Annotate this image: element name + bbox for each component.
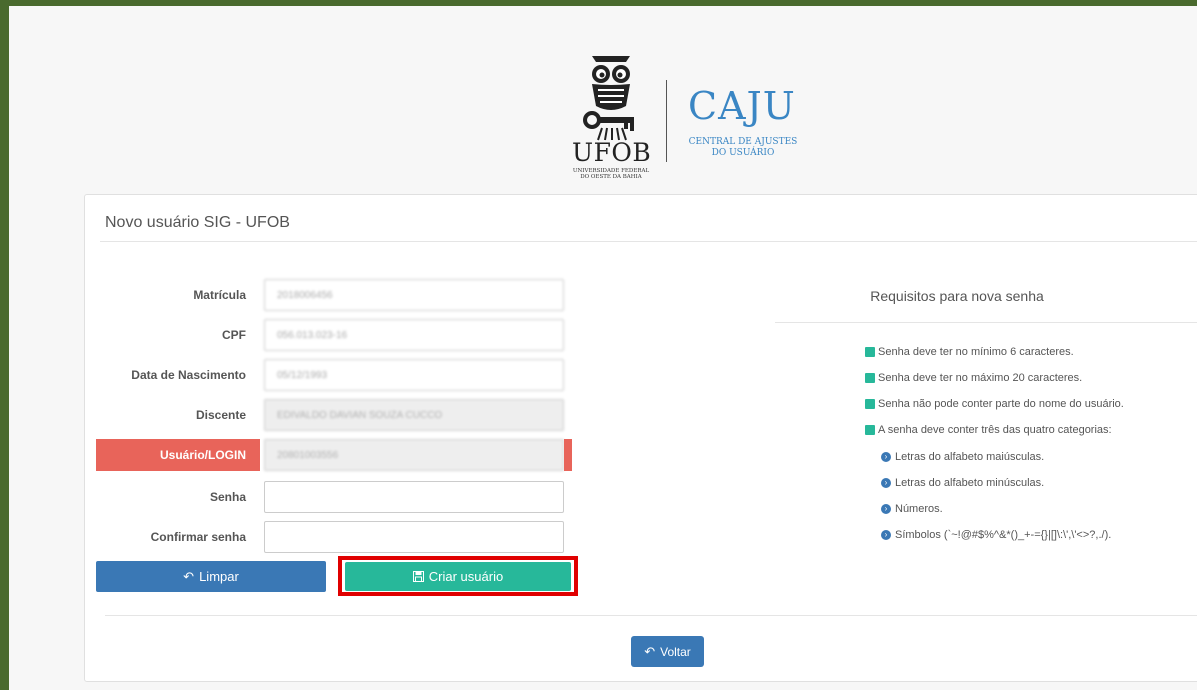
category-text: Símbolos (`~!@#$%^&*()_+-={}|[]\:\',\'<>… xyxy=(895,529,1112,541)
ufob-subtitle-line-2: DO OESTE DA BAHIA xyxy=(580,174,642,180)
login-label: Usuário/LOGIN xyxy=(96,439,260,471)
requirement-text: A senha deve conter três das quatro cate… xyxy=(878,424,1112,436)
requirements-title: Requisitos para nova senha xyxy=(870,288,1044,304)
category-item: › Símbolos (`~!@#$%^&*()_+-={}|[]\:\',\'… xyxy=(881,529,1111,541)
requirement-text: Senha deve ter no mínimo 6 caracteres. xyxy=(878,346,1074,358)
requirements-divider xyxy=(775,322,1197,323)
caju-subtitle-line-2: DO USUÁRIO xyxy=(711,148,775,158)
password-label: Senha xyxy=(209,490,246,504)
password-row: Senha xyxy=(96,481,586,513)
clear-button[interactable]: ↶ Limpar xyxy=(96,561,326,592)
requirement-item: Senha deve ter no mínimo 6 caracteres. xyxy=(865,346,1074,358)
cpf-input[interactable] xyxy=(264,319,564,351)
requirement-text: Senha não pode conter parte do nome do u… xyxy=(878,398,1124,410)
matricula-label: Matrícula xyxy=(193,288,246,302)
create-button-highlight: Criar usuário xyxy=(338,556,578,596)
create-user-button-label: Criar usuário xyxy=(428,569,504,584)
confirm-password-label: Confirmar senha xyxy=(150,530,246,544)
reply-arrow-icon: ↶ xyxy=(183,569,195,584)
category-item: › Letras do alfabeto minúsculas. xyxy=(881,477,1044,489)
clear-button-label: Limpar xyxy=(199,569,239,584)
square-bullet-icon xyxy=(865,399,875,409)
category-item: › Números. xyxy=(881,503,943,515)
square-bullet-icon xyxy=(865,425,875,435)
discente-label: Discente xyxy=(195,408,246,422)
create-user-button[interactable]: Criar usuário xyxy=(345,562,571,591)
category-item: › Letras do alfabeto maiúsculas. xyxy=(881,451,1044,463)
category-text: Letras do alfabeto maiúsculas. xyxy=(895,451,1045,463)
requirement-item: Senha deve ter no máximo 20 caracteres. xyxy=(865,372,1082,384)
cpf-row: CPF xyxy=(96,319,586,351)
birthdate-input[interactable] xyxy=(264,359,564,391)
logo-divider xyxy=(666,80,667,162)
page-body: UFOB UNIVERSIDADE FEDERAL DO OESTE DA BA… xyxy=(18,12,1197,690)
confirm-password-row: Confirmar senha xyxy=(96,521,586,553)
new-user-panel: Novo usuário SIG - UFOB Matrícula CPF Da… xyxy=(84,194,1197,682)
login-row: Usuário/LOGIN xyxy=(96,439,586,471)
back-button-label: Voltar xyxy=(660,644,691,659)
title-divider xyxy=(100,241,1197,242)
window-frame: UFOB UNIVERSIDADE FEDERAL DO OESTE DA BA… xyxy=(0,0,1197,690)
chevron-circle-right-icon: › xyxy=(881,452,891,462)
ufob-subtitle: UNIVERSIDADE FEDERAL DO OESTE DA BAHIA xyxy=(570,168,652,180)
matricula-row: Matrícula xyxy=(96,279,586,311)
back-button[interactable]: ↶ Voltar xyxy=(631,636,704,667)
matricula-input[interactable] xyxy=(264,279,564,311)
requirement-text: Senha deve ter no máximo 20 caracteres. xyxy=(878,372,1083,384)
requirement-item: A senha deve conter três das quatro cate… xyxy=(865,424,1112,436)
login-error-indicator xyxy=(564,439,572,471)
password-input[interactable] xyxy=(264,481,564,513)
square-bullet-icon xyxy=(865,347,875,357)
logo: UFOB UNIVERSIDADE FEDERAL DO OESTE DA BA… xyxy=(570,54,830,184)
owl-key-logo-icon xyxy=(583,56,634,141)
category-text: Letras do alfabeto minúsculas. xyxy=(895,477,1045,489)
caju-title: CAJU xyxy=(688,84,796,128)
login-input xyxy=(264,439,564,471)
chevron-circle-right-icon: › xyxy=(881,478,891,488)
birthdate-row: Data de Nascimento xyxy=(96,359,586,391)
confirm-password-input[interactable] xyxy=(264,521,564,553)
category-text: Números. xyxy=(895,503,943,515)
chevron-circle-right-icon: › xyxy=(881,530,891,540)
caju-subtitle: CENTRAL DE AJUSTES DO USUÁRIO xyxy=(682,137,804,159)
cpf-label: CPF xyxy=(222,328,246,342)
reply-arrow-icon: ↶ xyxy=(644,644,656,659)
panel-title: Novo usuário SIG - UFOB xyxy=(105,214,290,231)
requirement-item: Senha não pode conter parte do nome do u… xyxy=(865,398,1124,410)
chevron-circle-right-icon: › xyxy=(881,504,891,514)
save-icon xyxy=(412,571,424,582)
ufob-wordmark: UFOB xyxy=(572,138,652,167)
discente-row: Discente xyxy=(96,399,586,431)
square-bullet-icon xyxy=(865,373,875,383)
footer-divider xyxy=(105,615,1197,616)
birthdate-label: Data de Nascimento xyxy=(131,368,246,382)
discente-input xyxy=(264,399,564,431)
caju-subtitle-line-1: CENTRAL DE AJUSTES xyxy=(688,137,798,147)
